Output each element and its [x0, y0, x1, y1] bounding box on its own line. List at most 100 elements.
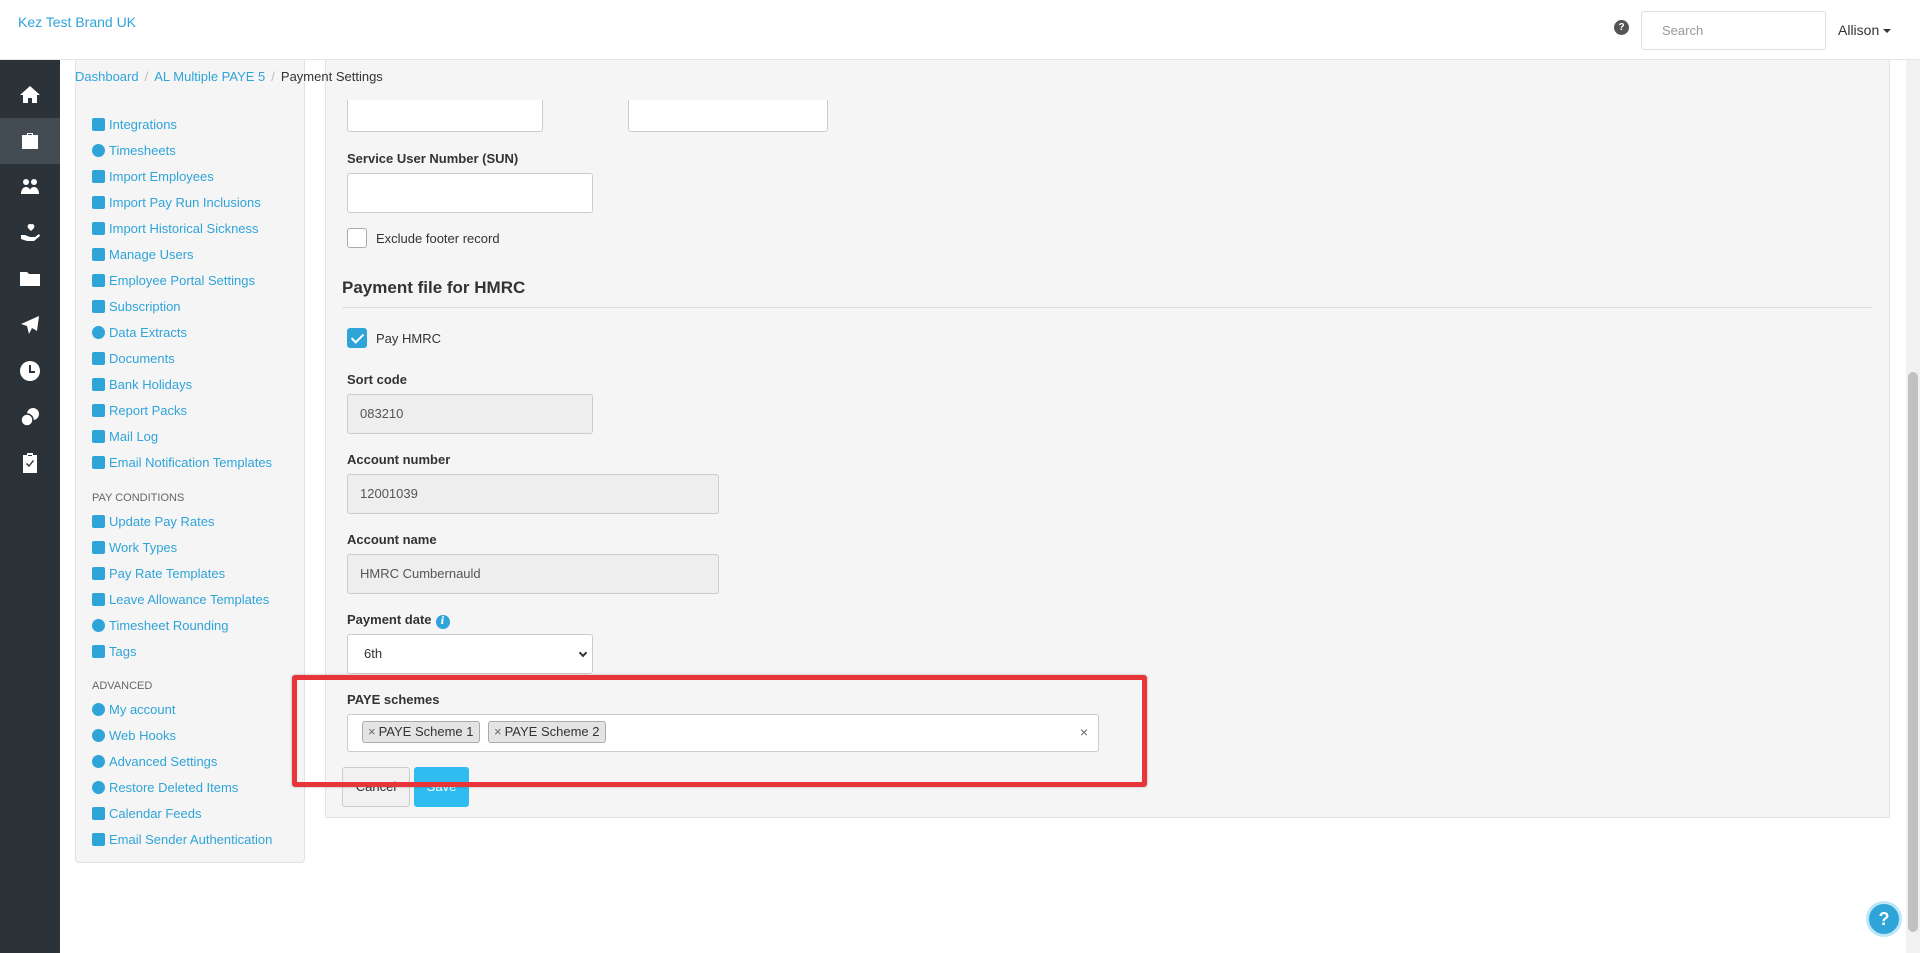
nav-link[interactable]: Web Hooks: [92, 728, 176, 743]
nav-link[interactable]: Timesheets: [92, 143, 176, 158]
clock-icon: [20, 361, 40, 381]
nav-link[interactable]: My account: [92, 702, 175, 717]
folder-open-icon: [92, 404, 105, 417]
folder-icon: [92, 352, 105, 365]
brand-link[interactable]: Kez Test Brand UK: [18, 14, 136, 30]
help-icon[interactable]: ?: [1614, 20, 1629, 35]
money-icon: [92, 567, 105, 580]
nav-link[interactable]: Employee Portal Settings: [92, 273, 255, 288]
help-float-button[interactable]: ?: [1866, 901, 1902, 937]
nav-link-label: Documents: [109, 351, 175, 366]
clock-outline-icon: [92, 619, 105, 632]
credit-card-icon: [92, 300, 105, 313]
nav-link-label: Employee Portal Settings: [109, 273, 255, 288]
rail-leave[interactable]: [0, 210, 60, 256]
home-icon: [20, 86, 40, 103]
nav-link[interactable]: Bank Holidays: [92, 377, 192, 392]
lock-icon: [92, 248, 105, 261]
rail-employees[interactable]: [0, 164, 60, 210]
nav-link-label: Timesheets: [109, 143, 176, 158]
hmrc-section-title: Payment file for HMRC: [342, 278, 526, 297]
nav-link-label: Subscription: [109, 299, 181, 314]
nav-link-label: Pay Rate Templates: [109, 566, 226, 581]
plane-icon: [92, 593, 105, 606]
partial-input-1[interactable]: [347, 100, 543, 132]
exclude-footer-checkbox[interactable]: [347, 228, 367, 248]
tag-icon: [92, 645, 105, 658]
pay-hmrc-label: Pay HMRC: [376, 331, 442, 346]
nav-link-label: Leave Allowance Templates: [109, 592, 270, 607]
nav-link[interactable]: Restore Deleted Items: [92, 780, 238, 795]
nav-link[interactable]: Calendar Feeds: [92, 806, 202, 821]
nav-link[interactable]: Email Notification Templates: [92, 455, 272, 470]
nav-link[interactable]: Email Sender Authentication: [92, 832, 272, 847]
nav-link[interactable]: Import Employees: [92, 169, 214, 184]
payment-date-select[interactable]: 6th: [347, 634, 593, 674]
cloud-icon: [92, 729, 105, 742]
pay-hmrc-checkbox[interactable]: [347, 328, 367, 348]
nav-link-label: My account: [109, 702, 176, 717]
nav-link[interactable]: Report Packs: [92, 403, 187, 418]
hand-heart-icon: [21, 224, 40, 241]
nav-link-label: Work Types: [109, 540, 178, 555]
partial-input-2[interactable]: [628, 100, 828, 132]
nav-link[interactable]: Import Historical Sickness: [92, 221, 259, 236]
rail-travel[interactable]: [0, 302, 60, 348]
hand-coins-icon: [92, 515, 105, 528]
nav-link[interactable]: Advanced Settings: [92, 754, 217, 769]
nav-link-label: Calendar Feeds: [109, 806, 202, 821]
payment-date-value: 6th: [364, 646, 383, 661]
user-menu[interactable]: Allison: [1838, 22, 1892, 38]
rail-home[interactable]: [0, 72, 60, 118]
nav-link[interactable]: Pay Rate Templates: [92, 566, 225, 581]
rail-reports[interactable]: [0, 440, 60, 486]
account-name-label: Account name: [347, 532, 437, 547]
search-input[interactable]: [1641, 11, 1826, 50]
icon-rail: [0, 60, 60, 953]
scrollbar-thumb[interactable]: [1908, 372, 1918, 932]
breadcrumb: Dashboard / AL Multiple PAYE 5 / Payment Set…: [75, 69, 383, 84]
breadcrumb-current: Payment Settings: [280, 69, 383, 84]
clock-icon: [92, 144, 105, 157]
rail-timesheets[interactable]: [0, 348, 60, 394]
account-name-input[interactable]: HMRC Cumbernauld: [347, 554, 719, 594]
nav-link[interactable]: Tags: [92, 644, 136, 659]
sort-code-input[interactable]: 083210: [347, 394, 593, 434]
nav-link[interactable]: Data Extracts: [92, 325, 187, 340]
payment-date-label: Payment date i: [347, 612, 450, 629]
breadcrumb-separator: /: [144, 69, 149, 84]
nav-link[interactable]: Integrations: [92, 117, 177, 132]
nav-link[interactable]: Update Pay Rates: [92, 514, 215, 529]
tag-icon: [92, 222, 105, 235]
calendar-icon: [92, 807, 105, 820]
nav-link[interactable]: Work Types: [92, 540, 177, 555]
nav-link[interactable]: Subscription: [92, 299, 181, 314]
account-number-input[interactable]: 12001039: [347, 474, 719, 514]
nav-link-label: Mail Log: [109, 429, 159, 444]
cloud-download-icon: [92, 326, 105, 339]
calendar-icon: [92, 378, 105, 391]
breadcrumb-business[interactable]: AL Multiple PAYE 5: [154, 69, 265, 84]
rail-business[interactable]: [0, 118, 60, 164]
highlight-box: [292, 675, 1147, 787]
rail-pay[interactable]: [0, 394, 60, 440]
rail-documents[interactable]: [0, 256, 60, 302]
briefcase-icon: [22, 133, 38, 149]
wand-icon: [92, 274, 105, 287]
sun-input[interactable]: [347, 173, 593, 213]
nav-link[interactable]: Manage Users: [92, 247, 194, 262]
nav-link-label: Update Pay Rates: [109, 514, 215, 529]
user-circle-icon: [92, 703, 105, 716]
info-icon[interactable]: i: [435, 615, 450, 629]
breadcrumb-dashboard[interactable]: Dashboard: [75, 69, 139, 84]
nav-link[interactable]: Documents: [92, 351, 175, 366]
nav-link[interactable]: Import Pay Run Inclusions: [92, 195, 261, 210]
nav-link[interactable]: Leave Allowance Templates: [92, 592, 269, 607]
envelope-icon: [92, 430, 105, 443]
recycle-icon: [92, 781, 105, 794]
nav-link[interactable]: Mail Log: [92, 429, 158, 444]
nav-link-label: Web Hooks: [109, 728, 176, 743]
nav-link-label: Import Pay Run Inclusions: [109, 195, 261, 210]
nav-link-label: Email Notification Templates: [109, 455, 273, 470]
nav-link[interactable]: Timesheet Rounding: [92, 618, 228, 633]
